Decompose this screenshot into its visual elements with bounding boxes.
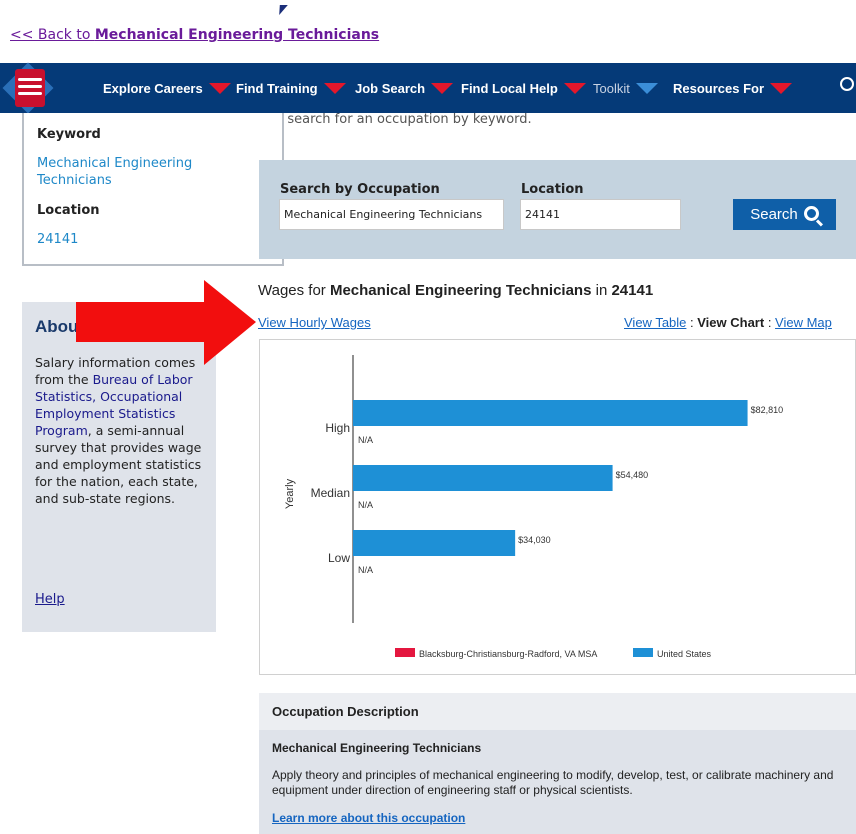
main-navbar: Explore Careers Find Training Job Search… <box>0 62 856 114</box>
bar-na-label: N/A <box>358 565 373 575</box>
keyword-value[interactable]: Mechanical Engineering Technicians <box>37 155 237 189</box>
category-label-low: Low <box>328 551 350 565</box>
chevron-down-icon <box>563 82 586 94</box>
view-table-link[interactable]: View Table <box>624 315 686 330</box>
wage-chart-svg: Yearly $82,810 High N/A $54,480 Median N/A $34,… <box>284 355 784 659</box>
nav-resources-for[interactable]: Resources For <box>673 63 793 113</box>
location-search-label: Location <box>521 182 584 197</box>
decorative-mark <box>276 5 288 15</box>
location-value[interactable]: 24141 <box>37 231 78 248</box>
chevron-down-icon <box>323 82 346 94</box>
occupation-description-panel: Occupation Description Mechanical Engine… <box>259 693 856 834</box>
occupation-search-label: Search by Occupation <box>280 182 440 197</box>
view-hourly-wages-link[interactable]: View Hourly Wages <box>258 315 371 330</box>
bar-united-states-median <box>353 465 613 491</box>
nav-explore-careers[interactable]: Explore Careers <box>103 63 231 113</box>
about-text: Salary information comes from the Bureau… <box>35 355 202 506</box>
bar-value-label: $54,480 <box>616 470 649 480</box>
nav-toolkit[interactable]: Toolkit <box>593 63 658 113</box>
occupation-input[interactable] <box>279 199 504 230</box>
view-chart-current: View Chart <box>697 315 765 330</box>
occupation-name: Mechanical Engineering Technicians <box>272 741 482 755</box>
bar-value-label: $34,030 <box>518 535 551 545</box>
wages-heading: Wages for Mechanical Engineering Technic… <box>258 282 654 299</box>
intro-text: t, search for an occupation by keyword. <box>274 112 532 127</box>
bar-na-label: N/A <box>358 435 373 445</box>
chevron-down-icon <box>770 82 793 94</box>
red-arrow-annotation <box>76 280 256 365</box>
learn-more-link[interactable]: Learn more about this occupation <box>272 811 465 825</box>
legend-label-msa: Blacksburg-Christiansburg-Radford, VA MS… <box>419 649 597 659</box>
help-link[interactable]: Help <box>35 592 65 607</box>
occupation-description: Apply theory and principles of mechanica… <box>272 768 834 797</box>
legend-swatch-us <box>633 648 653 657</box>
nav-find-local-help[interactable]: Find Local Help <box>461 63 586 113</box>
search-icon <box>803 206 819 221</box>
view-map-link[interactable]: View Map <box>775 315 832 330</box>
chevron-down-icon <box>635 82 658 94</box>
chevron-down-icon <box>208 82 231 94</box>
location-label: Location <box>37 203 100 218</box>
chevron-down-icon <box>431 82 454 94</box>
bar-united-states-low <box>353 530 516 556</box>
bar-united-states-high <box>353 400 748 426</box>
site-logo[interactable] <box>2 62 57 114</box>
bar-na-label: N/A <box>358 500 373 510</box>
category-label-median: Median <box>311 486 350 500</box>
bar-value-label: $82,810 <box>751 405 784 415</box>
search-summary-panel: Keyword Mechanical Engineering Technicia… <box>22 113 284 266</box>
search-button[interactable]: Search <box>733 199 836 230</box>
wage-chart: Yearly $82,810 High N/A $54,480 Median N/A $34,… <box>259 339 856 675</box>
occupation-description-header: Occupation Description <box>259 693 856 730</box>
nav-job-search[interactable]: Job Search <box>355 63 454 113</box>
search-icon[interactable] <box>840 77 854 91</box>
category-label-high: High <box>325 421 350 435</box>
view-toggle: View Table : View Chart : View Map <box>624 315 832 330</box>
keyword-label: Keyword <box>37 127 101 142</box>
legend-swatch-msa <box>395 648 415 657</box>
y-axis-label: Yearly <box>284 478 296 509</box>
location-input[interactable] <box>520 199 681 230</box>
nav-find-training[interactable]: Find Training <box>236 63 346 113</box>
legend-label-us: United States <box>657 649 712 659</box>
back-link[interactable]: << Back to Mechanical Engineering Techni… <box>10 27 379 43</box>
search-panel: Search by Occupation Location Search <box>259 160 856 259</box>
